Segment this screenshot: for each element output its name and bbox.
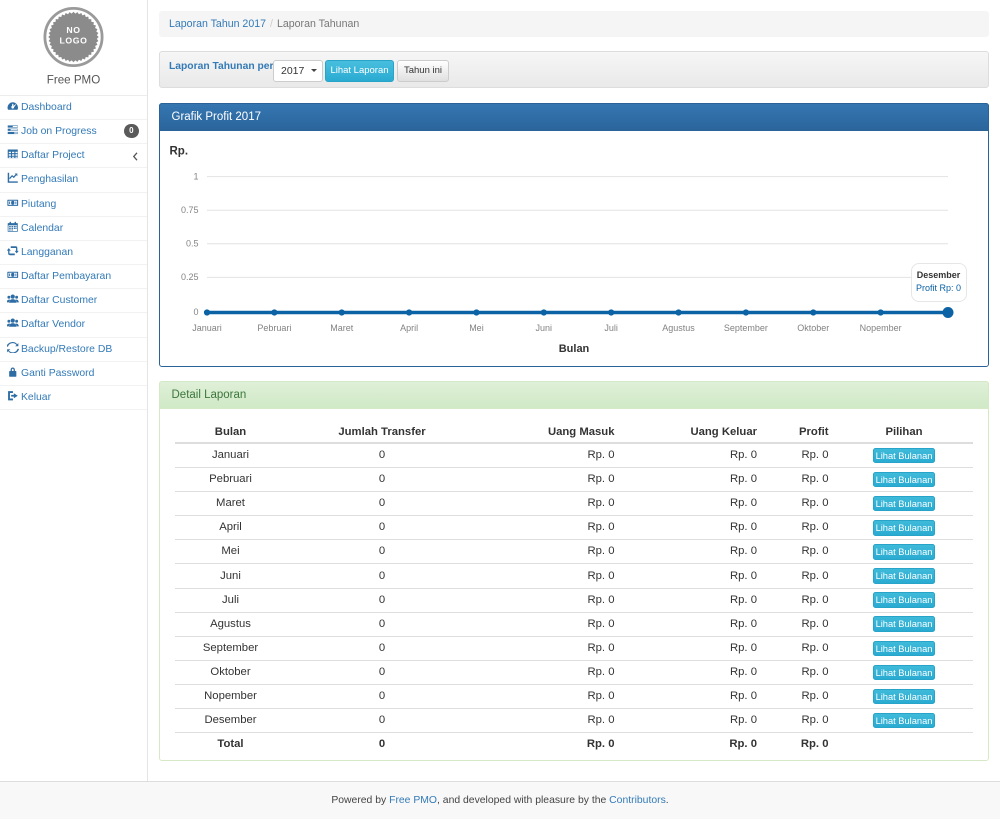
svg-text:0.5: 0.5 [185, 238, 198, 248]
svg-text:Free PMO: Free PMO [47, 74, 100, 87]
svg-text:Pebruari: Pebruari [257, 323, 291, 333]
svg-text:Januari: Januari [192, 323, 222, 333]
svg-text:Nopember: Nopember [859, 323, 901, 333]
svg-text:Maret: Maret [330, 323, 354, 333]
svg-text:Oktober: Oktober [797, 323, 829, 333]
svg-text:0: 0 [193, 307, 198, 317]
svg-text:1: 1 [193, 171, 198, 181]
svg-text:Juli: Juli [604, 323, 618, 333]
svg-text:Agustus: Agustus [662, 323, 695, 333]
svg-text:0.25: 0.25 [180, 272, 198, 282]
svg-text:Bulan: Bulan [558, 343, 589, 355]
svg-text:Mei: Mei [469, 323, 484, 333]
svg-text:LOGO: LOGO [60, 36, 88, 46]
svg-text:April: April [400, 323, 418, 333]
svg-text:Rp.: Rp. [169, 145, 188, 157]
svg-text:0.75: 0.75 [180, 204, 198, 214]
svg-text:September: September [723, 323, 767, 333]
svg-text:NO: NO [66, 25, 80, 35]
svg-text:Juni: Juni [535, 323, 552, 333]
